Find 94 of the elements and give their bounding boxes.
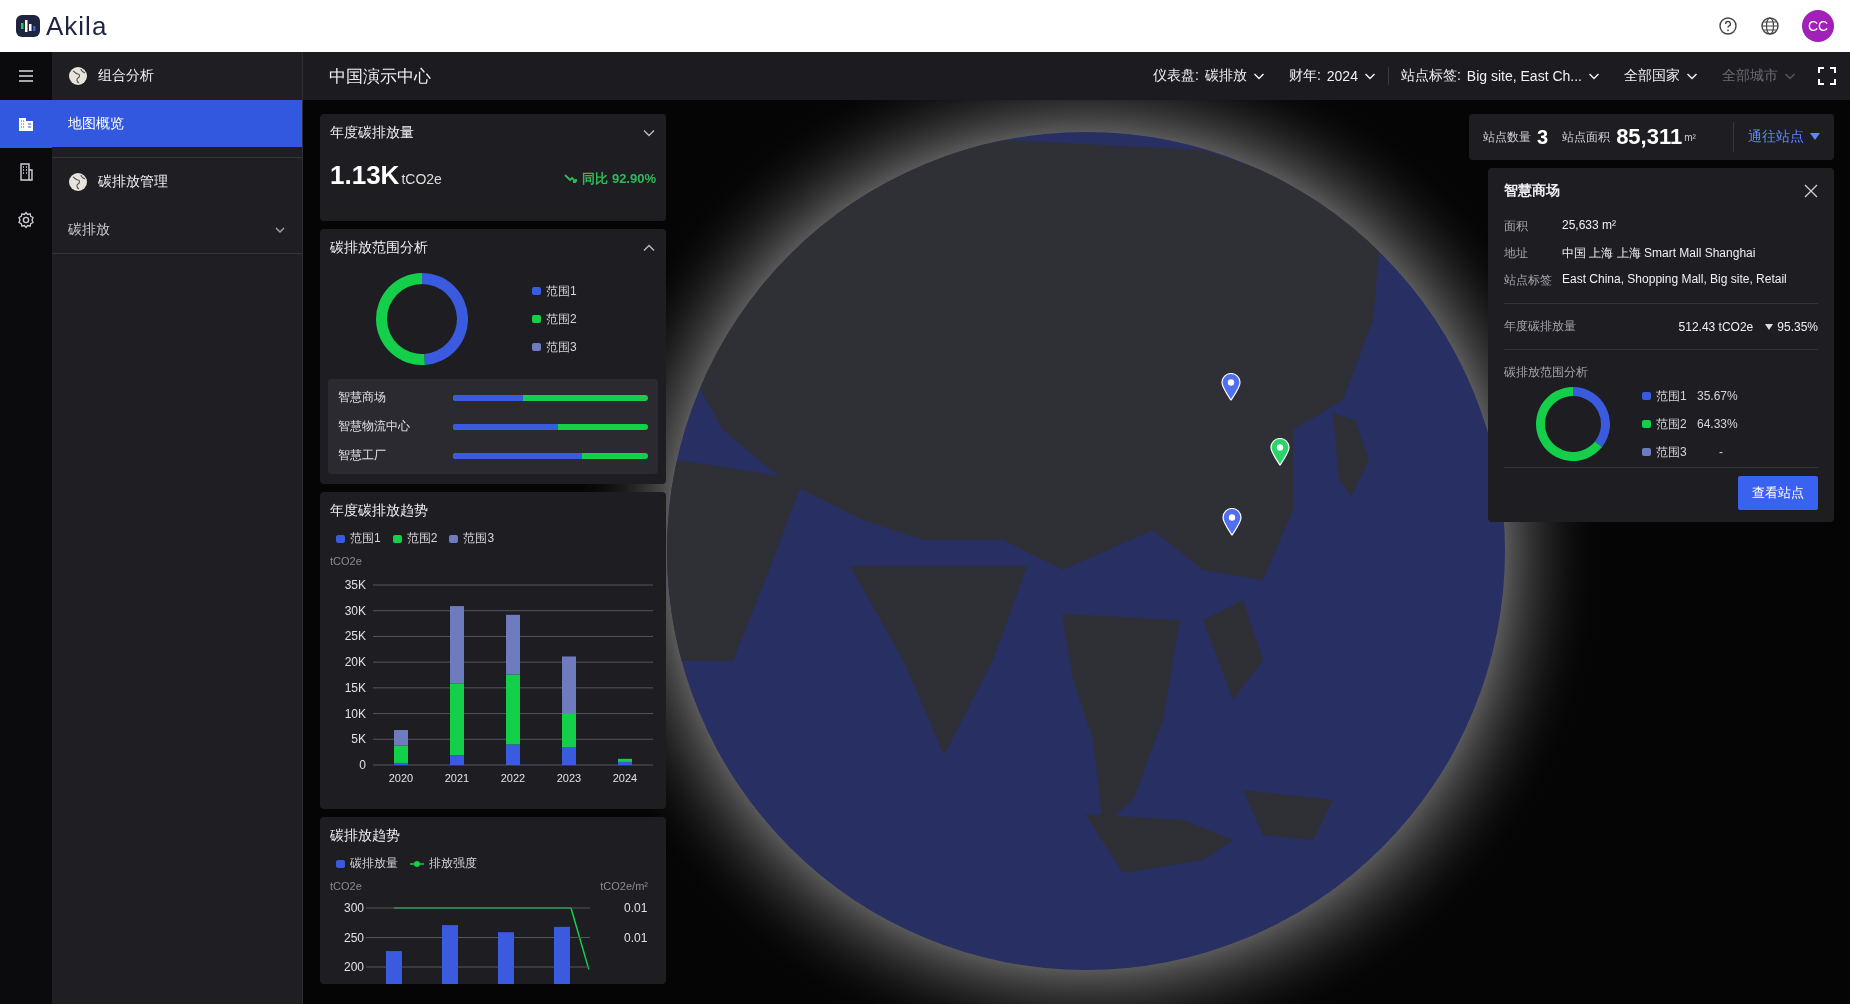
stat-value: 3: [1537, 125, 1549, 149]
legend-label: 范围2: [1656, 415, 1688, 433]
field-label: 地址: [1504, 245, 1529, 262]
axis-label: 35K: [344, 578, 366, 592]
legend-label: 碳排放量: [350, 855, 398, 872]
chart-bar: [394, 730, 408, 746]
unit-label: m²: [1684, 131, 1696, 143]
axis-label: 30K: [344, 603, 366, 618]
goto-sites-dropdown[interactable]: 通往站点: [1733, 122, 1820, 152]
field-value: 512.43 tCO2e: [1678, 319, 1754, 334]
panel-title: 碳排放趋势: [330, 827, 400, 845]
globe-icon[interactable]: [1760, 16, 1780, 36]
axis-label: 5K: [351, 732, 366, 747]
field-value: 25,633 m²: [1562, 218, 1618, 234]
field-label: 站点标签: [1504, 272, 1553, 289]
menu-group-title: 碳排放管理: [98, 173, 168, 191]
axis-label: 2024: [612, 772, 638, 784]
view-site-button[interactable]: 查看站点: [1738, 476, 1818, 510]
panel-title: 碳排放范围分析: [330, 239, 428, 257]
logo-icon: [16, 14, 40, 38]
filter-dropdown[interactable]: 全部国家: [1612, 67, 1710, 85]
legend-label: 范围3: [463, 530, 495, 547]
stat-label: 站点数量: [1483, 128, 1531, 146]
legend-label: 范围1: [1656, 387, 1688, 405]
settings-icon: [16, 210, 36, 230]
site-name: 智慧物流中心: [338, 418, 410, 435]
legend-label: 排放强度: [429, 855, 477, 872]
axis-label: 2021: [444, 772, 470, 784]
axis-label: 10K: [344, 706, 366, 721]
globe-icon: [68, 172, 88, 192]
field-label: 年度碳排放量: [1504, 318, 1577, 335]
axis-label: 20K: [344, 655, 366, 670]
legend-value: -: [1718, 445, 1724, 459]
site-name: 智慧工厂: [338, 447, 386, 464]
chart-bar: [506, 614, 520, 675]
menu-item[interactable]: 碳排放: [52, 206, 302, 253]
chart-bar: [554, 926, 570, 984]
axis-title: tCO2e/m²: [600, 880, 648, 892]
menu-group-title: 组合分析: [98, 67, 154, 85]
field-value: East China, Shopping Mall, Big site, Retail: [1562, 272, 1788, 288]
axis-label: 2023: [556, 772, 582, 784]
axis-title: tCO2e: [330, 880, 362, 892]
legend-label: 范围2: [546, 310, 577, 328]
close-icon[interactable]: [1804, 184, 1818, 198]
axis-label: 2020: [388, 772, 414, 784]
legend-label: 范围3: [1656, 443, 1688, 461]
stat-label: 站点面积: [1562, 128, 1611, 146]
right-axis-label: 0.01: [624, 930, 648, 945]
axis-label: 0: [359, 758, 366, 772]
chart-bar: [498, 932, 514, 984]
legend-label: 范围3: [546, 338, 577, 356]
legend-value: 64.33%: [1697, 417, 1739, 431]
stat-value: 85,311: [1616, 124, 1683, 150]
card-title: 智慧商场: [1504, 182, 1560, 200]
fullscreen-icon[interactable]: [1818, 67, 1836, 85]
panel-title: 年度碳排放量: [330, 124, 414, 142]
chart-bar: [386, 951, 402, 984]
axis-label: 15K: [344, 680, 366, 695]
legend-label: 范围2: [406, 530, 438, 547]
map-pin-icon[interactable]: [1221, 373, 1241, 401]
trend-down-icon: [564, 174, 579, 184]
axis-label: 200: [343, 960, 364, 974]
legend-value: 35.67%: [1697, 389, 1739, 403]
filter-dropdown[interactable]: 仪表盘: 碳排放: [1141, 67, 1277, 85]
page-title: 中国演示中心: [329, 65, 431, 88]
help-icon[interactable]: [1718, 16, 1738, 36]
legend-label: 范围1: [546, 282, 577, 300]
axis-label: 300: [343, 901, 364, 915]
logo-text: Akila: [46, 10, 108, 42]
map-pin-icon[interactable]: [1222, 508, 1242, 536]
site-name: 智慧商场: [338, 389, 386, 406]
axis-label: 2022: [500, 772, 526, 784]
axis-label: 25K: [344, 629, 366, 644]
trend-change: 同比 92.90%: [564, 170, 656, 188]
chart-bar: [442, 925, 458, 984]
filter-dropdown[interactable]: 站点标签: Big site, East Ch...: [1387, 67, 1612, 85]
globe-icon: [68, 66, 88, 86]
caret-icon: [1810, 133, 1820, 141]
field-value: 中国 上海 上海 Smart Mall Shanghai: [1562, 245, 1757, 262]
unit-label: tCO2e: [401, 171, 442, 187]
menu-item[interactable]: 地图概览: [52, 100, 302, 147]
metric-value: 1.13K: [330, 160, 400, 191]
panel-title: 年度碳排放趋势: [330, 502, 428, 520]
axis-title: tCO2e: [330, 555, 362, 567]
axis-label: 250: [343, 930, 364, 945]
trend-change: 95.35%: [1765, 319, 1818, 334]
triangle-down-icon: [1765, 323, 1774, 330]
map-pin-icon[interactable]: [1270, 438, 1290, 466]
legend-label: 范围1: [350, 530, 381, 547]
field-label: 面积: [1504, 218, 1529, 235]
user-avatar[interactable]: CC: [1802, 10, 1834, 42]
right-axis-label: 0.01: [624, 901, 648, 915]
section-title: 碳排放范围分析: [1504, 364, 1589, 381]
filter-dropdown[interactable]: 财年: 2024: [1276, 67, 1388, 85]
